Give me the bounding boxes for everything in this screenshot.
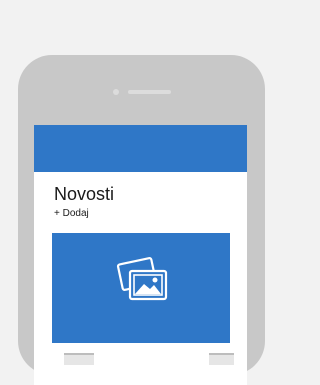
image-placeholder-tile[interactable]	[52, 233, 230, 343]
bottom-action-left[interactable]	[64, 353, 94, 365]
phone-frame: Novosti + Dodaj	[18, 55, 265, 385]
image-gallery-icon	[116, 257, 168, 301]
camera-dot	[113, 89, 119, 95]
bottom-action-right[interactable]	[209, 353, 234, 365]
phone-screen: Novosti + Dodaj	[34, 125, 247, 385]
app-header-bar	[34, 125, 247, 172]
add-button[interactable]: + Dodaj	[54, 208, 89, 220]
speaker-slot	[128, 90, 171, 94]
page-title: Novosti	[54, 184, 115, 204]
